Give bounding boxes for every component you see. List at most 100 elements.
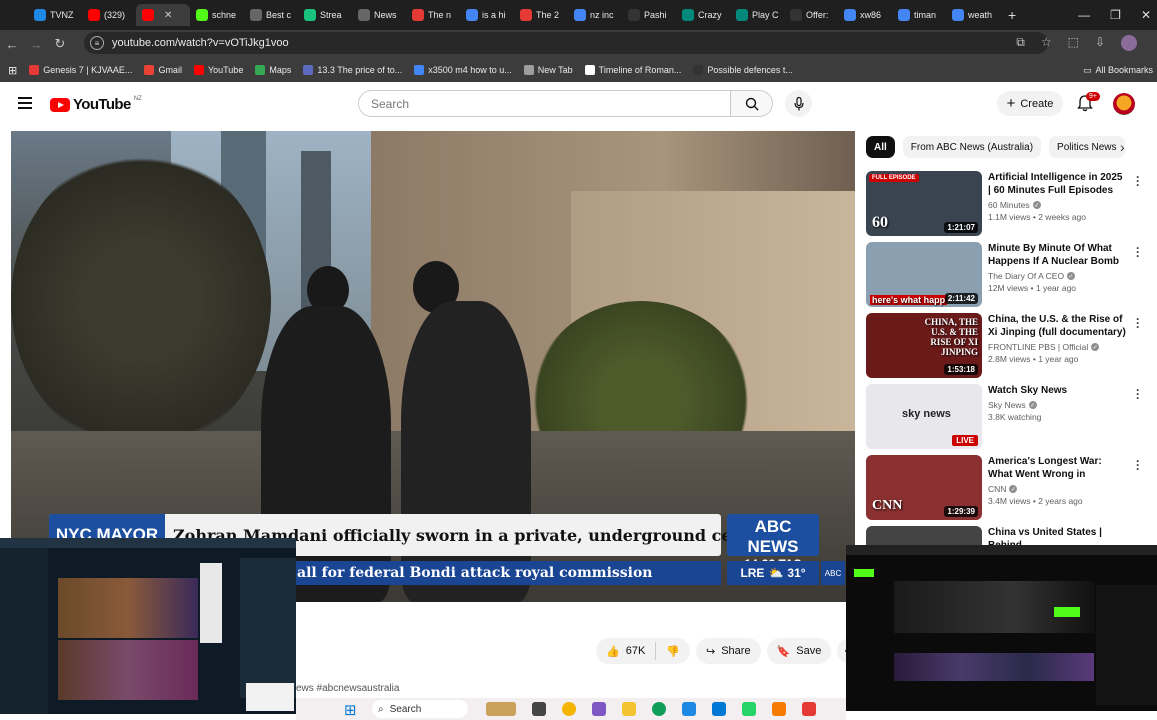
channel-name[interactable]: 60 Minutes ✓ (988, 200, 1128, 210)
browser-tab[interactable]: Strea (298, 4, 352, 26)
task-view-icon[interactable] (532, 702, 546, 716)
file-explorer-icon[interactable] (622, 702, 636, 716)
recommended-video[interactable]: CHINA, THE U.S. & THE RISE OF XI JINPING… (866, 313, 1151, 379)
more-options-icon[interactable]: · · · (1136, 313, 1140, 333)
recommended-video[interactable]: sky news LIVE Watch Sky News Sky News ✓ 3.8K … (866, 384, 1151, 450)
bookmark-item[interactable]: x3500 m4 how to u... (414, 65, 512, 75)
save-button[interactable]: 🔖 Save (766, 638, 832, 664)
create-button[interactable]: + Create (997, 91, 1063, 116)
video-title[interactable]: Watch Sky News (988, 384, 1128, 397)
taskbar-search[interactable]: ⌕ Search (372, 700, 468, 718)
channel-name[interactable]: Sky News ✓ (988, 400, 1128, 410)
tab-close-icon[interactable]: ✕ (164, 10, 172, 21)
bookmark-item[interactable]: Genesis 7 | KJVAAE... (29, 65, 132, 75)
back-button[interactable]: ← (0, 37, 24, 52)
menu-icon[interactable] (18, 97, 32, 109)
app-icon[interactable] (592, 702, 606, 716)
bookmark-star-icon[interactable]: ☆ (1041, 35, 1052, 51)
browser-tab[interactable]: is a hi (460, 4, 514, 26)
browser-tab[interactable]: timan (892, 4, 946, 26)
app-icon[interactable] (772, 702, 786, 716)
app-icon[interactable] (712, 702, 726, 716)
filter-chip[interactable]: All (866, 136, 895, 158)
channel-name[interactable]: The Diary Of A CEO ✓ (988, 271, 1128, 281)
filter-chip[interactable]: Politics News (1049, 136, 1125, 158)
all-bookmarks-label: All Bookmarks (1095, 65, 1153, 75)
dislike-button[interactable]: 👎 (656, 638, 690, 664)
video-title[interactable]: America's Longest War: What Went Wrong i… (988, 455, 1128, 481)
browser-tab[interactable]: TVNZ (28, 4, 82, 26)
bookmark-item[interactable]: Timeline of Roman... (584, 65, 681, 75)
browser-tab[interactable]: (329) (82, 4, 136, 26)
browser-tab[interactable]: Offer: (784, 4, 838, 26)
more-options-icon[interactable]: · · · (1136, 171, 1140, 191)
channel-name[interactable]: FRONTLINE PBS | Official ✓ (988, 342, 1128, 352)
video-thumbnail[interactable]: CNN 1:29:39 (866, 455, 982, 520)
filter-chip[interactable]: From ABC News (Australia) (902, 136, 1042, 158)
recommended-video[interactable]: here's what happ 2:11:42 Minute By Minute … (866, 242, 1151, 308)
browser-tab[interactable]: The 2 (514, 4, 568, 26)
recommended-video[interactable]: FULL EPISODE 60 1:21:07 Artificial Intellig… (866, 171, 1151, 237)
more-options-icon[interactable]: · · · (1136, 384, 1140, 404)
bookmark-item[interactable]: 13.3 The price of to... (303, 65, 402, 75)
close-icon[interactable]: ✕ (1141, 8, 1151, 22)
browser-tab[interactable]: News (352, 4, 406, 26)
forward-button[interactable]: → (24, 37, 48, 52)
profile-avatar[interactable] (1121, 35, 1137, 51)
chevron-right-icon[interactable]: › (1120, 139, 1125, 155)
bookmark-item[interactable]: Maps (255, 65, 291, 75)
minimize-icon[interactable]: — (1078, 8, 1090, 22)
browser-tab[interactable]: weath (946, 4, 1000, 26)
video-thumbnail[interactable]: here's what happ 2:11:42 (866, 242, 982, 307)
browser-tab[interactable]: xw86 (838, 4, 892, 26)
bookmark-item[interactable]: Gmail (144, 65, 182, 75)
like-button[interactable]: 👍 67K (596, 638, 655, 664)
app-icon[interactable] (682, 702, 696, 716)
edge-icon[interactable] (652, 702, 666, 716)
search-input[interactable] (358, 90, 731, 117)
downloads-icon[interactable]: ⇩ (1095, 35, 1105, 51)
video-thumbnail[interactable]: sky news LIVE (866, 384, 982, 449)
chrome-icon[interactable] (562, 702, 576, 716)
browser-tab[interactable]: Crazy (676, 4, 730, 26)
video-title[interactable]: Artificial Intelligence in 2025 | 60 Min… (988, 171, 1128, 197)
more-options-icon[interactable]: · · · (1136, 455, 1140, 475)
new-tab-button[interactable]: + (1008, 7, 1016, 23)
browser-tab[interactable]: Best c (244, 4, 298, 26)
browser-tab[interactable]: schne (190, 4, 244, 26)
video-title[interactable]: Minute By Minute Of What Happens If A Nu… (988, 242, 1128, 268)
url-bar[interactable]: ≡ youtube.com/watch?v=vOTiJkg1voo (84, 32, 1048, 54)
site-info-icon[interactable]: ≡ (90, 36, 104, 50)
voice-search-button[interactable] (785, 90, 812, 117)
app-icon[interactable] (802, 702, 816, 716)
bookmark-item[interactable]: Possible defences t... (693, 65, 793, 75)
recommended-video[interactable]: CNN 1:29:39 America's Longest War: What We… (866, 455, 1151, 521)
taskbar-widget-icon[interactable] (486, 702, 516, 716)
video-title[interactable]: China, the U.S. & the Rise of Xi Jinping… (988, 313, 1128, 339)
browser-tab[interactable]: nz inc (568, 4, 622, 26)
video-thumbnail[interactable]: CHINA, THE U.S. & THE RISE OF XI JINPING… (866, 313, 982, 378)
reload-button[interactable]: ↻ (48, 36, 72, 52)
account-avatar[interactable] (1113, 93, 1135, 115)
install-icon[interactable]: ⧉ (1016, 35, 1025, 51)
all-bookmarks-button[interactable]: ▭ All Bookmarks (1076, 58, 1153, 82)
channel-label: Sky News (988, 400, 1026, 410)
browser-tab[interactable]: Play C (730, 4, 784, 26)
maximize-icon[interactable]: ❐ (1110, 8, 1121, 22)
video-player[interactable]: NYC MAYOR Zohran Mamdani officially swor… (11, 131, 855, 602)
apps-grid-icon[interactable]: ⊞ (8, 64, 17, 77)
channel-name[interactable]: CNN ✓ (988, 484, 1128, 494)
youtube-logo[interactable]: YouTube NZ (50, 96, 142, 113)
browser-tab[interactable]: Pashi (622, 4, 676, 26)
bookmark-item[interactable]: YouTube (193, 65, 243, 75)
extensions-icon[interactable]: ⬚ (1068, 35, 1079, 51)
bookmark-item[interactable]: New Tab (523, 65, 573, 75)
whatsapp-icon[interactable] (742, 702, 756, 716)
windows-start-icon[interactable]: ⊞ (344, 701, 357, 719)
browser-tab[interactable]: The n (406, 4, 460, 26)
video-thumbnail[interactable]: FULL EPISODE 60 1:21:07 (866, 171, 982, 236)
search-button[interactable] (731, 90, 773, 117)
more-options-icon[interactable]: · · · (1136, 242, 1140, 262)
share-button[interactable]: ↪ Share (695, 638, 761, 664)
browser-tab[interactable]: ✕ (136, 4, 190, 26)
